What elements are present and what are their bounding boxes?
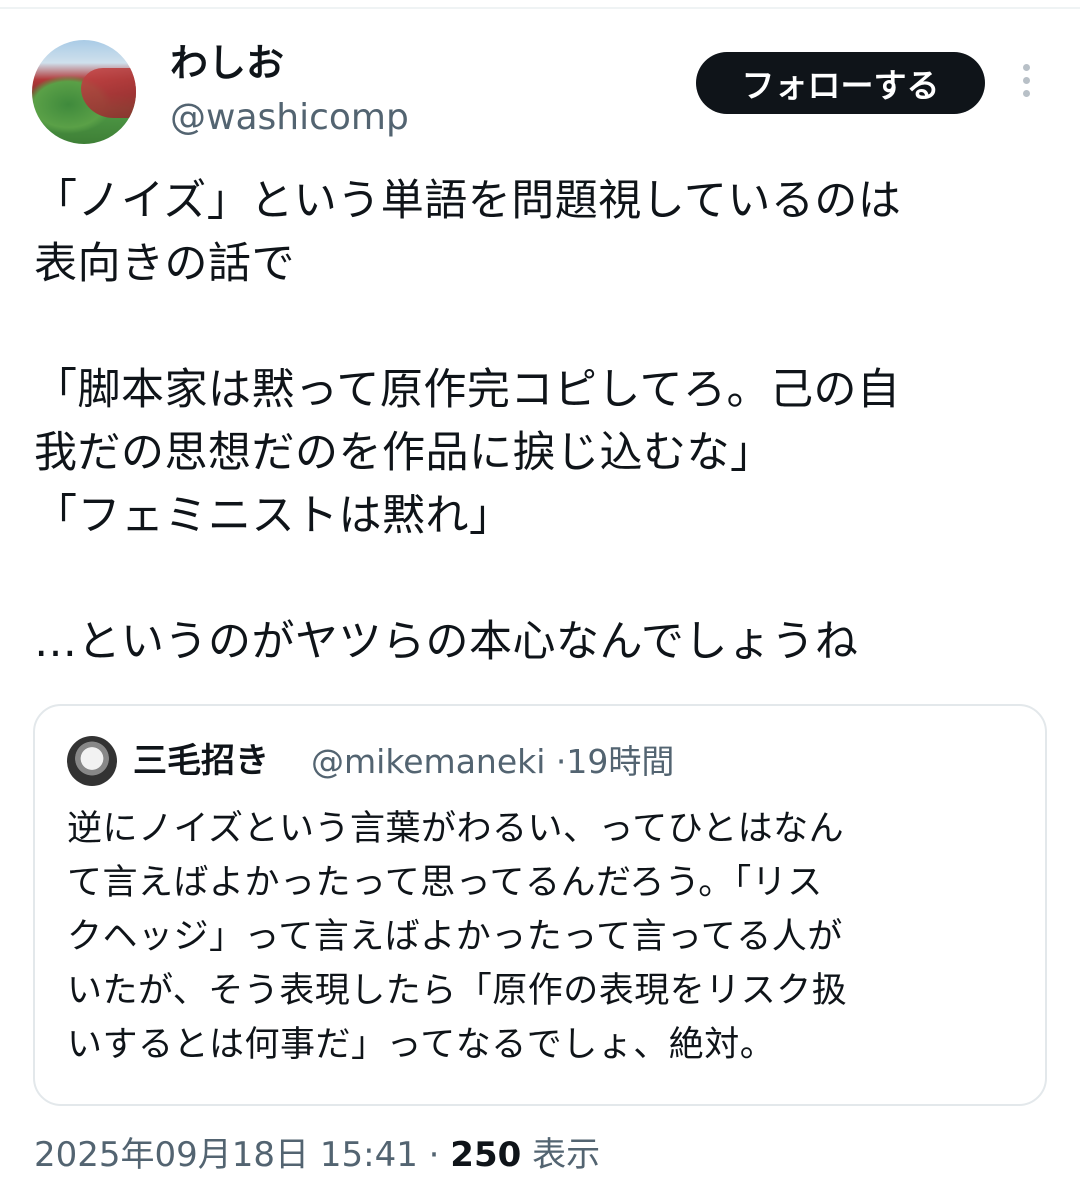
author-display-name[interactable]: わしお bbox=[170, 38, 284, 88]
quote-author-avatar bbox=[67, 736, 117, 786]
tweet-text: 「ノイズ」という単語を問題視しているのは 表向きの話で 「脚本家は黙って原作完コ… bbox=[34, 176, 902, 667]
quote-author-handle: @mikemaneki bbox=[311, 742, 546, 781]
follow-button[interactable]: フォローする bbox=[696, 52, 985, 114]
tweet-footer: 2025年09月18日 15:41 · 250 表示 bbox=[34, 1128, 600, 1182]
views-count: 250 bbox=[450, 1135, 522, 1175]
footer-separator: · bbox=[428, 1135, 440, 1175]
top-divider bbox=[0, 7, 1080, 9]
author-avatar[interactable] bbox=[32, 40, 136, 144]
more-vertical-icon[interactable] bbox=[1012, 64, 1040, 106]
tweet-datetime[interactable]: 2025年09月18日 15:41 bbox=[34, 1135, 418, 1175]
author-handle[interactable]: @washicomp bbox=[170, 94, 409, 142]
quote-time: 19時間 bbox=[566, 742, 675, 781]
quote-author-name: 三毛招き bbox=[133, 741, 269, 781]
quoted-tweet-card[interactable]: 三毛招き @mikemaneki ·19時間 逆にノイズという言葉がわるい、って… bbox=[33, 704, 1047, 1106]
quote-separator: · bbox=[555, 742, 567, 781]
quote-text: 逆にノイズという言葉がわるい、ってひとはなん て言えばよかったって思ってるんだろ… bbox=[67, 809, 848, 1065]
quote-meta: @mikemaneki ·19時間 bbox=[311, 738, 674, 786]
views-label: 表示 bbox=[532, 1135, 601, 1175]
